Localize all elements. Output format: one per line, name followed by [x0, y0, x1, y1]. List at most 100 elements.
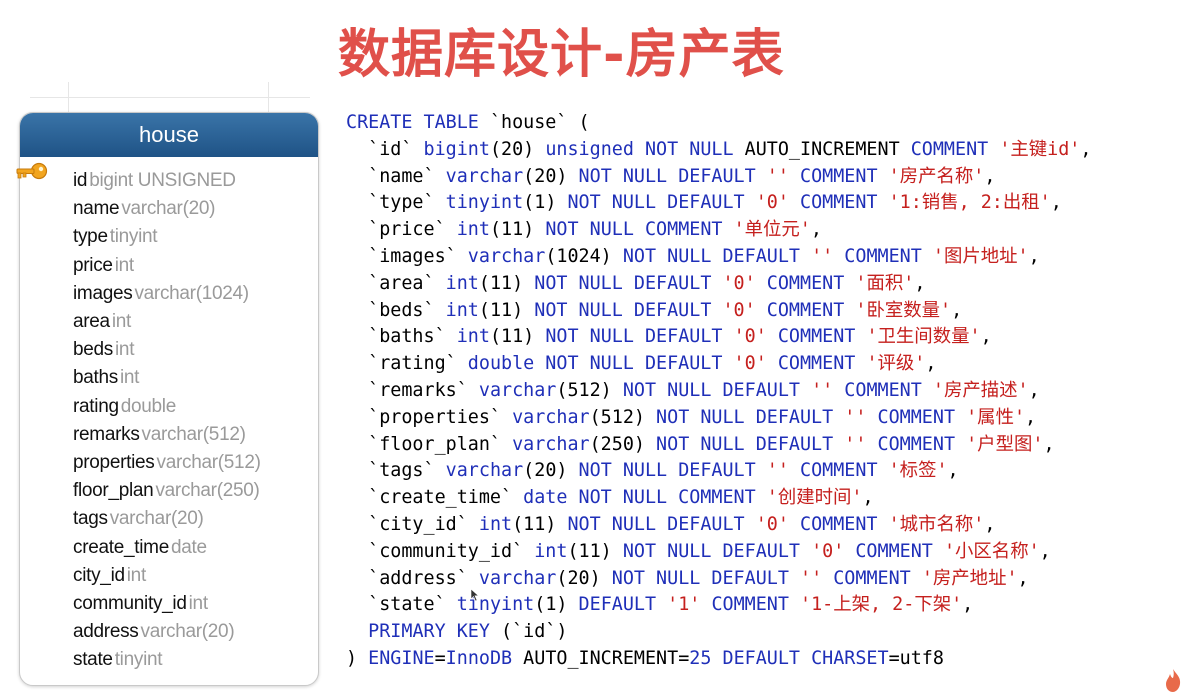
sql-keyword: date NOT NULL COMMENT [523, 487, 756, 509]
sql-text: `address` [346, 567, 479, 589]
sql-string: '' [811, 379, 834, 401]
entity-field-baths[interactable]: baths int [73, 364, 139, 392]
sql-text: `community_id` [346, 540, 535, 562]
sql-keyword: varchar [445, 165, 524, 187]
entity-field-floor-plan[interactable]: floor_plan varchar(250) [73, 477, 260, 505]
sql-text: , [1080, 138, 1092, 160]
sql-line: `remarks` varchar(512) NOT NULL DEFAULT … [346, 378, 1091, 405]
sql-text: ) [346, 647, 369, 669]
sql-text: `tags` [346, 460, 446, 482]
sql-text: `city_id` [346, 513, 479, 535]
slide-title: 数据库设计-房产表 [338, 25, 785, 85]
sql-string: '属性' [966, 406, 1026, 428]
sql-text: AUTO_INCREMENT= [512, 647, 690, 669]
field-name: properties [73, 452, 155, 473]
field-name: id [73, 170, 88, 191]
field-type: int [115, 339, 135, 361]
entity-field-create-time[interactable]: create_time date [73, 534, 207, 562]
field-type: varchar(1024) [134, 282, 249, 304]
entity-field-state[interactable]: state tinyint [73, 646, 163, 674]
flame-icon [1166, 669, 1181, 692]
sql-string: '评级' [866, 353, 926, 375]
entity-field-price[interactable]: price int [73, 252, 134, 280]
sql-text: (512) [589, 406, 657, 428]
sql-text: `floor_plan` [346, 433, 513, 455]
entity-field-community-id[interactable]: community_id int [73, 590, 208, 618]
entity-field-id[interactable]: id bigint UNSIGNED [73, 167, 236, 195]
sql-text: `images` [346, 245, 468, 267]
field-name: tags [73, 508, 108, 530]
sql-line: `tags` varchar(20) NOT NULL DEFAULT '' C… [346, 458, 1091, 485]
entity-field-rating[interactable]: rating double [73, 393, 176, 421]
sql-keyword: COMMENT [910, 138, 989, 160]
entity-field-remarks[interactable]: remarks varchar(512) [73, 421, 246, 449]
mouse-cursor-icon [470, 588, 480, 602]
sql-keyword: NOT NULL DEFAULT [611, 567, 789, 589]
entity-field-type[interactable]: type tinyint [73, 223, 158, 251]
sql-text: (20) [489, 138, 546, 160]
sql-line: `baths` int(11) NOT NULL DEFAULT '0' COM… [346, 324, 1091, 351]
sql-text: `create_time` [346, 487, 524, 509]
sql-text: , [1050, 192, 1062, 214]
sql-line: `name` varchar(20) NOT NULL DEFAULT '' C… [346, 164, 1091, 191]
entity-field-name[interactable]: name varchar(20) [73, 195, 215, 223]
sql-text: , [962, 594, 974, 616]
entity-field-area[interactable]: area int [73, 308, 131, 336]
entity-card-house[interactable]: house id bigint UNSIGNED name varchar(20) ty… [19, 112, 319, 686]
sql-keyword: NOT NULL DEFAULT [545, 326, 723, 348]
sql-keyword: COMMENT [800, 192, 878, 214]
sql-text: `baths` [346, 326, 457, 348]
sql-text: (11) [512, 513, 568, 535]
sql-line: `type` tinyint(1) NOT NULL DEFAULT '0' C… [346, 190, 1091, 217]
sql-text: , [951, 299, 963, 321]
sql-line: `address` varchar(20) NOT NULL DEFAULT '… [346, 566, 1091, 593]
sql-line: `beds` int(11) NOT NULL DEFAULT '0' COMM… [346, 298, 1091, 325]
sql-text: , [810, 219, 822, 241]
sql-text: `name` [346, 165, 446, 187]
sql-text: , [1025, 406, 1037, 428]
field-name: area [73, 311, 110, 332]
entity-field-city-id[interactable]: city_id int [73, 562, 146, 590]
sql-text: `rating` [346, 353, 468, 375]
sql-keyword: NOT NULL DEFAULT [578, 460, 756, 482]
sql-keyword: COMMENT [777, 353, 856, 375]
field-name: address [73, 621, 139, 643]
sql-keyword: COMMENT [711, 594, 789, 616]
sql-string: '创建时间' [766, 487, 863, 509]
sql-text: (11) [567, 540, 623, 562]
sql-text: `state` [346, 594, 457, 616]
entity-field-images[interactable]: images varchar(1024) [73, 280, 249, 308]
sql-string: '' [811, 245, 834, 267]
sql-text: , [1028, 245, 1040, 267]
sql-string: '' [844, 433, 867, 455]
sql-keyword: int [445, 272, 479, 294]
entity-field-tags[interactable]: tags varchar(20) [73, 505, 204, 533]
sql-text: , [1043, 433, 1055, 455]
sql-keyword: COMMENT [877, 433, 956, 455]
sql-string: '房产描述' [932, 379, 1029, 401]
field-type: varchar(20) [121, 198, 216, 220]
sql-keyword: COMMENT [877, 406, 956, 428]
sql-string: '0' [722, 272, 756, 294]
sql-keyword: 25 [689, 647, 712, 669]
sql-string: '房产地址' [921, 567, 1018, 589]
field-type: int [119, 367, 140, 389]
entity-field-beds[interactable]: beds int [73, 336, 134, 364]
sql-string: '单位元' [733, 219, 811, 241]
sql-text: (20) [556, 567, 612, 589]
sql-keyword: int [445, 299, 479, 321]
entity-field-address[interactable]: address varchar(20) [73, 618, 235, 646]
sql-text: `id` [346, 138, 424, 160]
entity-field-properties[interactable]: properties varchar(512) [73, 449, 261, 477]
sql-text: (1) [523, 192, 568, 214]
